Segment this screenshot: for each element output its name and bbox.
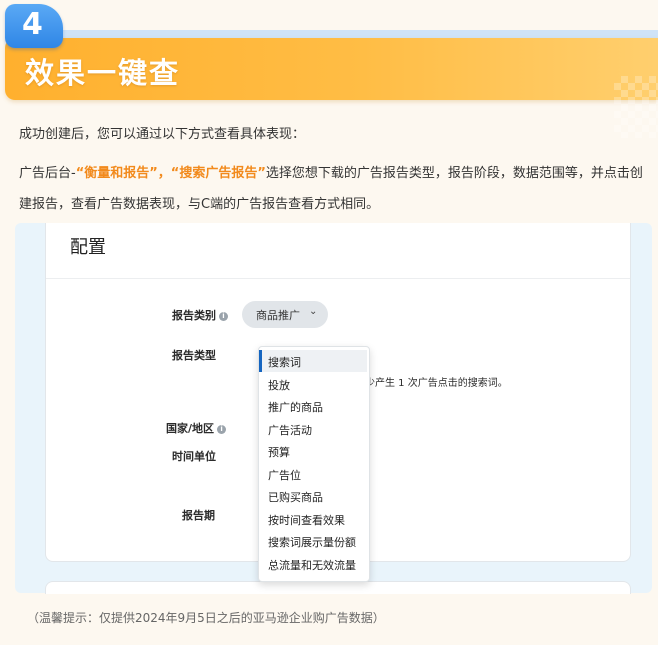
instruction-text: 广告后台-“衡量和报告”，“搜索广告报告”选择您想下载的广告报告类型，报告阶段，…: [19, 158, 644, 220]
dropdown-item-budget[interactable]: 预算: [268, 444, 290, 460]
dropdown-item-targeting[interactable]: 投放: [268, 377, 290, 393]
country-label-text: 国家/地区: [166, 422, 215, 435]
dropdown-item-advertised-product[interactable]: 推广的商品: [268, 399, 323, 415]
dropdown-item-search-term[interactable]: 搜索词: [268, 354, 301, 370]
highlight-measure-report: “衡量和报告”，: [75, 166, 171, 181]
header-pattern: [614, 76, 658, 138]
header-top-strip: [60, 30, 658, 38]
config-title: 配置: [70, 237, 106, 258]
tip-note: （温馨提示：仅提供2024年9月5日之后的亚马逊企业购广告数据）: [27, 611, 385, 625]
report-category-label-text: 报告类别: [172, 309, 216, 322]
section-title: 效果一键查: [25, 56, 181, 90]
dropdown-item-performance-over-time[interactable]: 按时间查看效果: [268, 512, 345, 528]
report-type-label: 报告类型: [172, 349, 216, 362]
next-panel-edge: [45, 581, 631, 594]
report-category-value: 商品推广: [256, 309, 300, 322]
config-panel: 配置 报告类别 i 商品推广 ⌄ 报告类型 的至少产生 1 次广告点击的搜索词。 国…: [45, 223, 631, 582]
instruction-prefix: 广告后台-: [19, 166, 76, 181]
report-category-select[interactable]: 商品推广 ⌄: [242, 301, 328, 328]
time-unit-label: 时间单位: [172, 450, 216, 463]
section-number-badge: 4: [5, 4, 63, 48]
intro-text: 成功创建后，您可以通过以下方式查看具体表现：: [19, 127, 306, 142]
country-label: 国家/地区 i: [166, 420, 227, 436]
info-icon[interactable]: i: [219, 312, 228, 321]
dropdown-item-purchased-product[interactable]: 已购买商品: [268, 489, 323, 505]
dropdown-item-placement[interactable]: 广告位: [268, 467, 301, 483]
info-icon[interactable]: i: [217, 425, 227, 434]
dropdown-item-campaign[interactable]: 广告活动: [268, 422, 312, 438]
config-divider: [46, 278, 630, 279]
highlight-search-ad-report: “搜索广告报告”: [170, 166, 266, 181]
report-type-dropdown[interactable]: 搜索词 投放 推广的商品 广告活动 预算 广告位 已购买商品 按时间查看效果 搜…: [258, 346, 370, 582]
dropdown-item-gross-invalid-traffic[interactable]: 总流量和无效流量: [268, 557, 356, 573]
section-header: 效果一键查: [5, 38, 658, 138]
dropdown-item-impression-share[interactable]: 搜索词展示量份额: [268, 534, 356, 550]
chevron-down-icon: ⌄: [309, 306, 318, 317]
report-period-label: 报告期: [182, 509, 215, 522]
screenshot-card: 配置 报告类别 i 商品推广 ⌄ 报告类型 的至少产生 1 次广告点击的搜索词。 国…: [15, 223, 652, 594]
report-category-label: 报告类别 i: [172, 307, 228, 323]
section-number: 4: [22, 7, 43, 42]
